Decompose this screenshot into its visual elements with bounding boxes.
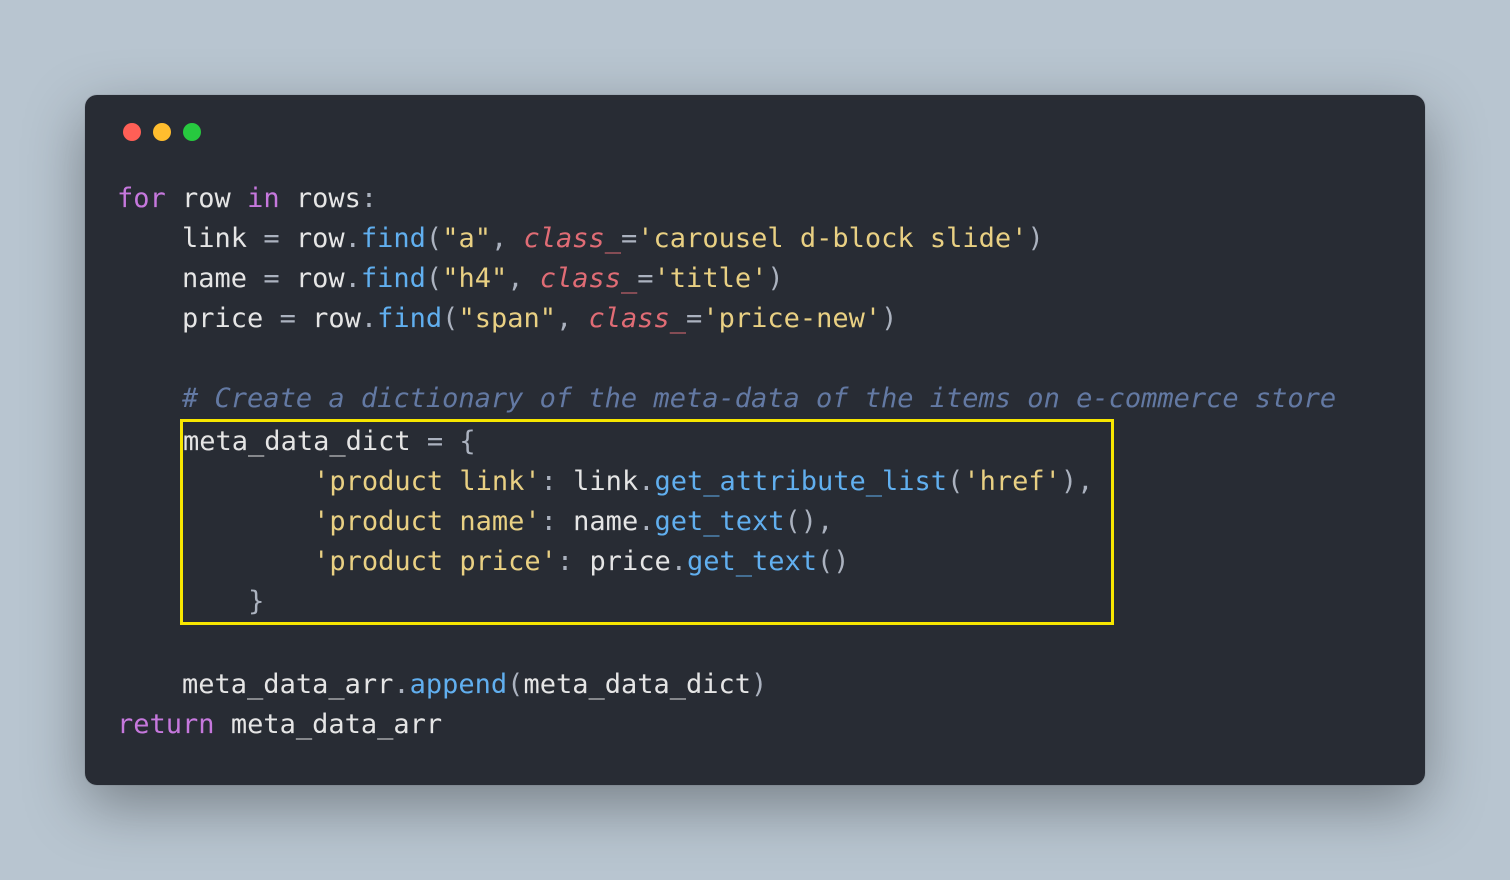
- identifier: row: [296, 263, 345, 294]
- identifier: price: [182, 303, 263, 334]
- punct: :: [557, 546, 590, 577]
- punct: :: [541, 506, 574, 537]
- identifier: link: [182, 223, 247, 254]
- method: find: [361, 223, 426, 254]
- identifier: name: [182, 263, 247, 294]
- string: 'product link': [313, 466, 541, 497]
- identifier: name: [573, 506, 638, 537]
- identifier: link: [573, 466, 638, 497]
- punct: =: [621, 223, 637, 254]
- punct: ): [751, 669, 767, 700]
- string: 'carousel d-block slide': [637, 223, 1027, 254]
- method: get_attribute_list: [654, 466, 947, 497]
- method: find: [377, 303, 442, 334]
- punct: = {: [411, 426, 476, 457]
- identifier: meta_data_dict: [183, 426, 411, 457]
- string: "a": [442, 223, 491, 254]
- kwarg: class_: [589, 303, 687, 334]
- identifier: row: [182, 183, 231, 214]
- identifier: row: [312, 303, 361, 334]
- punct: (: [442, 303, 458, 334]
- punct: .: [345, 223, 361, 254]
- comment: # Create a dictionary of the meta-data o…: [182, 383, 1336, 414]
- code-window: for row in rows: link = row.find("a", cl…: [85, 95, 1425, 784]
- highlighted-region: meta_data_dict = { 'product link': link.…: [180, 419, 1114, 625]
- punct: ): [1027, 223, 1043, 254]
- punct: :: [541, 466, 574, 497]
- identifier: price: [589, 546, 670, 577]
- maximize-icon[interactable]: [183, 123, 201, 141]
- keyword-for: for: [117, 183, 166, 214]
- punct: =: [247, 223, 296, 254]
- punct: }: [248, 586, 264, 617]
- method: get_text: [687, 546, 817, 577]
- punct: ,: [556, 303, 589, 334]
- keyword-in: in: [247, 183, 280, 214]
- punct: =: [686, 303, 702, 334]
- code-block: for row in rows: link = row.find("a", cl…: [117, 179, 1393, 744]
- method: get_text: [654, 506, 784, 537]
- punct: .: [361, 303, 377, 334]
- identifier: meta_data_arr: [231, 709, 442, 740]
- punct: (: [507, 669, 523, 700]
- minimize-icon[interactable]: [153, 123, 171, 141]
- close-icon[interactable]: [123, 123, 141, 141]
- punct: .: [671, 546, 687, 577]
- punct: (: [817, 546, 833, 577]
- string: 'href': [963, 466, 1061, 497]
- keyword-return: return: [117, 709, 215, 740]
- punct: .: [638, 506, 654, 537]
- punct: .: [638, 466, 654, 497]
- punct: (: [426, 263, 442, 294]
- identifier: meta_data_arr: [182, 669, 393, 700]
- punct: ): [767, 263, 783, 294]
- window-titlebar: [117, 123, 1393, 141]
- punct: (: [947, 466, 963, 497]
- punct: ),: [801, 506, 834, 537]
- punct: =: [247, 263, 296, 294]
- punct: :: [361, 183, 377, 214]
- string: "h4": [442, 263, 507, 294]
- method: find: [361, 263, 426, 294]
- punct: ,: [491, 223, 524, 254]
- punct: (: [426, 223, 442, 254]
- method: append: [410, 669, 508, 700]
- string: "span": [458, 303, 556, 334]
- identifier: rows: [296, 183, 361, 214]
- punct: .: [345, 263, 361, 294]
- string: 'product name': [313, 506, 541, 537]
- kwarg: class_: [540, 263, 638, 294]
- punct: (: [785, 506, 801, 537]
- string: 'title': [654, 263, 768, 294]
- punct: .: [393, 669, 409, 700]
- identifier: row: [296, 223, 345, 254]
- punct: ,: [507, 263, 540, 294]
- identifier: meta_data_dict: [523, 669, 751, 700]
- punct: ): [833, 546, 849, 577]
- punct: ): [881, 303, 897, 334]
- space: [215, 709, 231, 740]
- punct: ),: [1061, 466, 1094, 497]
- string: 'product price': [313, 546, 557, 577]
- string: 'price-new': [702, 303, 881, 334]
- kwarg: class_: [523, 223, 621, 254]
- punct: =: [263, 303, 312, 334]
- punct: =: [637, 263, 653, 294]
